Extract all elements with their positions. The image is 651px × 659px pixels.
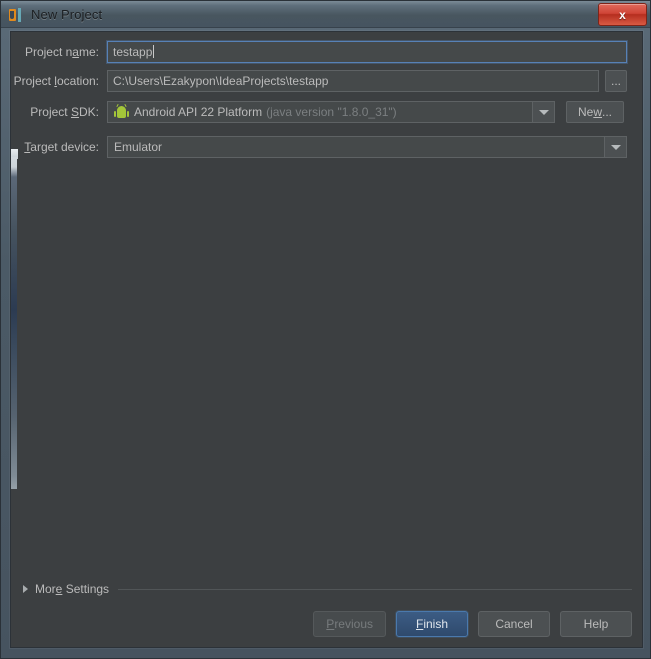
project-sdk-mnemonic: S (70, 105, 79, 119)
project-name-label: Project name: (24, 45, 99, 59)
target-device-label: Target device: (24, 140, 99, 154)
new-project-window: New Project x Project name: testapp Proj… (0, 0, 651, 659)
project-name-value: testapp (113, 45, 153, 59)
project-location-value: C:\Users\Ezakypon\IdeaProjects\testapp (113, 74, 329, 88)
dialog-content: Project name: testapp Project location: … (11, 32, 642, 647)
project-name-mnemonic: a (72, 45, 79, 59)
project-sdk-value-wrapper: Android API 22 Platform (java version "1… (108, 102, 532, 122)
new-sdk-button[interactable]: Ne w... (566, 101, 624, 123)
intellij-idea-icon (8, 7, 24, 23)
project-name-row: Project name: testapp (11, 41, 627, 63)
text-caret (153, 45, 155, 58)
project-sdk-label: Project SDK: (30, 105, 99, 119)
target-device-combobox[interactable]: Emulator (107, 136, 627, 158)
dialog-button-bar: Previous Finish Cancel Help (313, 611, 632, 637)
titlebar-content: New Project (5, 4, 646, 25)
finish-button[interactable]: Finish (396, 611, 468, 637)
project-sdk-row: Project SDK: Android API 22 Platform (ja… (11, 101, 624, 123)
window-title: New Project (31, 7, 103, 22)
project-sdk-combobox[interactable]: Android API 22 Platform (java version "1… (107, 101, 555, 123)
chevron-right-icon (23, 585, 28, 593)
left-edge-scrollbar[interactable] (11, 157, 17, 489)
more-settings-section[interactable]: More Settings (23, 581, 634, 597)
project-location-row: Project location: C:\Users\Ezakypon\Idea… (11, 70, 627, 92)
previous-button[interactable]: Previous (313, 611, 386, 637)
target-device-value: Emulator (114, 140, 163, 154)
browse-folder-button[interactable]: ... (605, 70, 627, 92)
chevron-down-icon[interactable] (604, 137, 626, 157)
project-sdk-value: Android API 22 Platform (134, 105, 263, 119)
project-location-label: Project location: (13, 74, 99, 88)
target-device-row: Target device: Emulator (11, 136, 627, 158)
window-titlebar[interactable]: New Project x (1, 1, 650, 28)
android-icon (114, 103, 129, 119)
project-location-input[interactable]: C:\Users\Ezakypon\IdeaProjects\testapp (107, 70, 599, 92)
chevron-down-icon[interactable] (532, 102, 554, 122)
close-icon[interactable]: x (598, 3, 647, 26)
project-name-input[interactable]: testapp (107, 41, 627, 63)
section-divider (118, 588, 632, 590)
cancel-button[interactable]: Cancel (478, 611, 550, 637)
help-button[interactable]: Help (560, 611, 632, 637)
dialog-content-frame: Project name: testapp Project location: … (10, 31, 643, 648)
more-settings-label[interactable]: More Settings (35, 582, 109, 596)
project-sdk-java-version: (java version "1.8.0_31") (266, 105, 397, 119)
